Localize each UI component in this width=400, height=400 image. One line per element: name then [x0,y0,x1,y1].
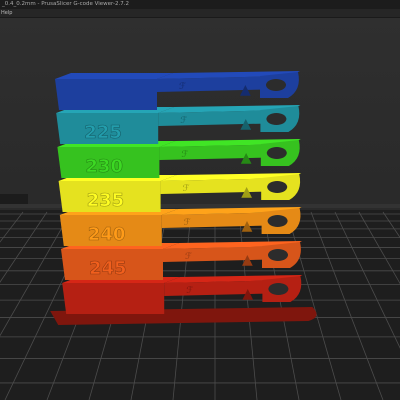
layer-logo-icon: ℱ [183,184,190,194]
layer-hook-hole [267,181,288,193]
layer-hook-hole [266,79,286,91]
layer-front-face [62,283,165,314]
layer-logo-icon: ℱ [185,252,192,262]
gcode-3d-viewport[interactable]: ▲ ℱ ▲ ℱ 245 ▲ ℱ 240 ▲ ℱ 235 ▲ ℱ 230 ▲ ℱ 225 ▲ ℱ [0,18,400,400]
bed-surface [0,210,400,400]
menu-item-help[interactable]: Help [1,9,12,17]
overhang-cone-icon: ▲ [241,184,252,200]
layer-temperature-label: 245 [89,258,127,279]
window-titlebar: _0.4_0.2mm - PrusaSlicer G-code Viewer-2… [0,0,400,9]
bed-edge [0,204,400,208]
layer-hook-hole [268,283,289,295]
layer-hook-hole [268,249,288,261]
layer-top-surface [55,73,173,79]
layer-logo-icon: ℱ [181,150,188,160]
layer-hook-hole [266,147,287,159]
layer-hook-hole [266,113,287,125]
overhang-cone-icon: ▲ [241,150,252,166]
window-title: _0.4_0.2mm - PrusaSlicer G-code Viewer-2… [2,1,129,7]
overhang-cone-icon: ▲ [240,116,251,132]
layer-temperature-label: 225 [84,122,122,143]
overhang-cone-icon: ▲ [242,218,253,234]
menu-bar: Help [0,9,400,18]
overhang-cone-icon: ▲ [242,286,253,302]
bed-edge-left [0,194,28,204]
layer-temperature-label: 235 [87,190,125,211]
viewport-canvas[interactable]: ▲ ℱ ▲ ℱ 245 ▲ ℱ 240 ▲ ℱ 235 ▲ ℱ 230 ▲ ℱ 225 ▲ ℱ [0,18,400,400]
overhang-cone-icon: ▲ [240,82,251,98]
layer-logo-icon: ℱ [184,218,191,228]
layer-temperature-label: 230 [85,156,123,177]
overhang-cone-icon: ▲ [242,252,253,268]
layer-logo-icon: ℱ [179,82,186,92]
layer-logo-icon: ℱ [186,286,193,296]
layer-front-face [55,79,157,110]
layer-logo-icon: ℱ [180,116,187,126]
layer-temperature-label: 240 [88,224,126,245]
layer-hook-hole [267,215,288,227]
